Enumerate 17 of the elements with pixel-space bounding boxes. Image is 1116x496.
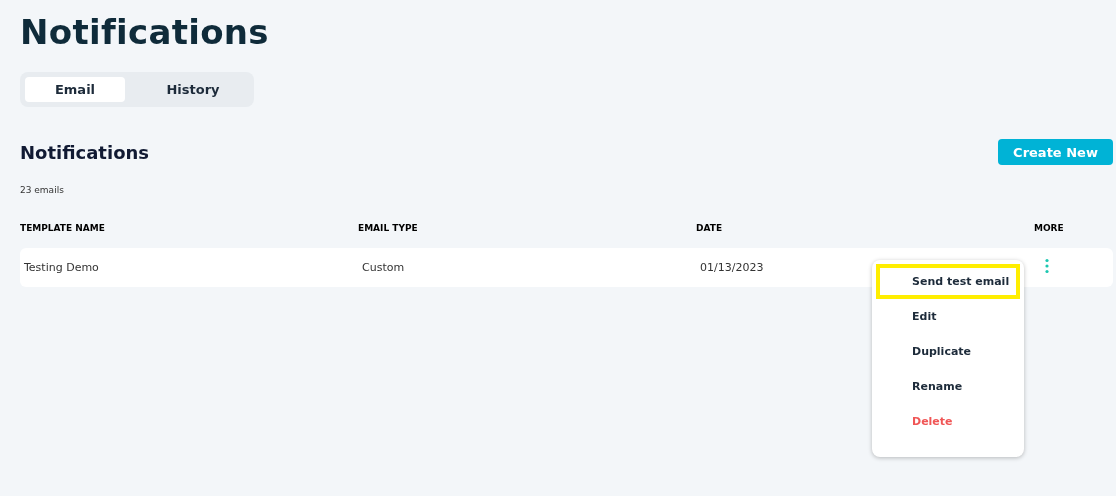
tab[interactable]: Email bbox=[25, 77, 125, 102]
email-count: 23 emails bbox=[20, 185, 65, 195]
menu-item[interactable]: Send test email bbox=[876, 264, 1020, 299]
section-title: Notifications bbox=[20, 141, 150, 163]
menu-item[interactable]: Edit bbox=[876, 299, 1020, 334]
column-header: TEMPLATE NAME bbox=[20, 223, 105, 233]
table-cell-text: Testing Demo bbox=[23, 261, 99, 274]
more-options-icon[interactable] bbox=[1044, 258, 1050, 274]
column-header: DATE bbox=[696, 223, 723, 233]
table-cell-text: 01/13/2023 bbox=[699, 261, 764, 274]
menu-item[interactable]: Duplicate bbox=[876, 334, 1020, 369]
page-title: Notifications bbox=[20, 12, 270, 52]
column-header: MORE bbox=[1034, 223, 1064, 233]
column-header: EMAIL TYPE bbox=[358, 223, 418, 233]
tab[interactable]: History bbox=[137, 77, 249, 102]
menu-item[interactable]: Rename bbox=[876, 369, 1020, 404]
table-cell-text: Custom bbox=[361, 261, 405, 274]
